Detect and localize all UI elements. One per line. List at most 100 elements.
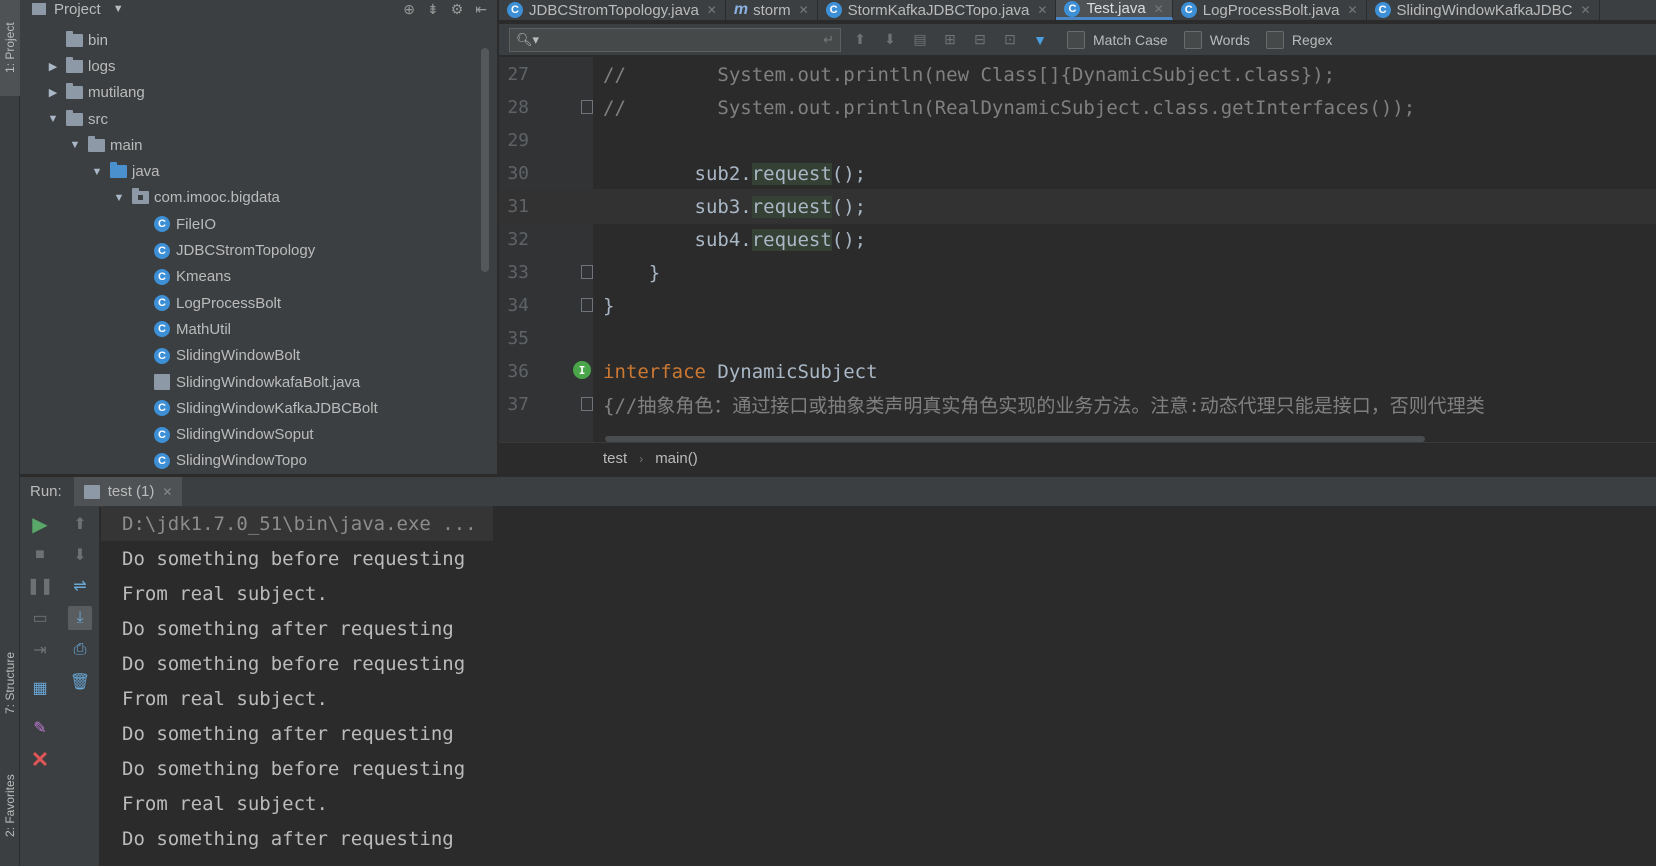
code-line[interactable]: 32 sub4.request(); — [499, 222, 1656, 257]
layout-icon[interactable]: ▦ — [28, 676, 52, 700]
tree-item[interactable]: C SlidingWindowKafkaJDBCBolt — [20, 395, 497, 421]
editor-tab[interactable]: C StormKafkaJDBCTopo.java ✕ — [818, 0, 1057, 20]
code-line[interactable]: 28 // System.out.println(RealDynamicSubje… — [499, 90, 1656, 125]
tree-item[interactable]: ▼ com.imooc.bigdata — [20, 185, 497, 211]
exit-icon[interactable]: ⇥ — [28, 638, 52, 662]
code-line[interactable]: 35 — [499, 321, 1656, 356]
rerun-icon[interactable]: ▶ — [28, 512, 52, 536]
project-title[interactable]: Project — [54, 1, 101, 18]
editor-tab[interactable]: C SlidingWindowKafkaJDBC ✕ — [1367, 0, 1600, 20]
close-icon[interactable]: ✕ — [1037, 3, 1047, 17]
tree-item[interactable]: C SlidingWindowSoput — [20, 421, 497, 447]
close-icon[interactable]: ✕ — [1580, 3, 1590, 17]
fold-marker-icon[interactable] — [581, 100, 593, 114]
code-line[interactable]: 34} — [499, 288, 1656, 323]
tree-item[interactable]: ▶ mutilang — [20, 80, 497, 106]
method-token[interactable]: request — [751, 162, 832, 185]
tree-item[interactable]: ▶ logs — [20, 53, 497, 79]
tree-item[interactable]: SlidingWindowkafaBolt.java — [20, 369, 497, 395]
stop-icon[interactable]: ■ — [28, 543, 52, 567]
find-all-icon[interactable]: ▤ — [909, 29, 931, 51]
chevron-down-icon[interactable]: ▼ — [68, 139, 82, 151]
close-run-icon[interactable]: ✕ — [28, 747, 52, 772]
print-icon[interactable]: ⎙ — [68, 638, 92, 662]
tool-tab-favorites[interactable]: 2: Favorites — [0, 752, 20, 860]
breadcrumb-method[interactable]: main() — [655, 450, 698, 467]
regex-option[interactable]: Regex — [1265, 30, 1332, 49]
tool-tab-structure[interactable]: 7: Structure — [0, 628, 20, 738]
close-icon[interactable]: ✕ — [707, 3, 717, 17]
add-selection-icon[interactable]: ⊞ — [939, 29, 961, 51]
search-input[interactable] — [547, 32, 824, 47]
code-line[interactable]: 30 sub2.request(); — [499, 156, 1656, 191]
editor-tab[interactable]: C JDBCStromTopology.java ✕ — [499, 0, 726, 20]
tree-item[interactable]: C JDBCStromTopology — [20, 237, 497, 263]
tree-item[interactable]: C MathUtil — [20, 316, 497, 342]
chevron-right-icon[interactable]: ▶ — [46, 86, 60, 99]
chevron-down-icon[interactable]: ▼ — [112, 192, 126, 204]
close-icon[interactable]: ✕ — [162, 485, 172, 499]
soft-wrap-icon[interactable]: ⇌ — [68, 574, 92, 598]
up-trace-icon[interactable]: ⬆ — [68, 512, 92, 536]
implemented-icon[interactable]: I — [573, 361, 591, 379]
search-box[interactable]: 🔍︎▾ ↵ — [509, 27, 841, 52]
breadcrumb-file[interactable]: test — [603, 450, 627, 467]
match-case-checkbox[interactable] — [1067, 30, 1085, 49]
code-line[interactable]: 33 } — [499, 255, 1656, 290]
tree-item[interactable]: C SlidingWindowBolt — [20, 343, 497, 369]
fold-marker-icon[interactable] — [581, 265, 593, 279]
chevron-down-icon[interactable]: ▼ — [46, 113, 60, 125]
pause-icon[interactable]: ❚❚ — [27, 574, 54, 598]
collapse-all-icon[interactable]: ⇟ — [427, 1, 439, 18]
tree-item[interactable]: C LogProcessBolt — [20, 290, 497, 316]
tree-item[interactable]: ▼ java — [20, 158, 497, 184]
code-line[interactable]: 31 sub3.request(); — [499, 189, 1656, 224]
gear-icon[interactable]: ⚙ — [451, 1, 464, 18]
close-icon[interactable]: ✕ — [1347, 3, 1357, 17]
previous-occurrence-icon[interactable]: ⬆ — [849, 29, 871, 51]
console-command-line[interactable]: D:\jdk1.7.0_51\bin\java.exe ... — [101, 506, 493, 541]
down-trace-icon[interactable]: ⬇ — [68, 543, 92, 567]
run-console[interactable]: D:\jdk1.7.0_51\bin\java.exe ... Do someth… — [101, 506, 1656, 866]
method-token[interactable]: request — [751, 228, 832, 251]
editor-tab[interactable]: C Test.java ✕ — [1056, 0, 1173, 20]
next-occurrence-icon[interactable]: ⬇ — [879, 29, 901, 51]
filter-icon[interactable]: ▼ — [1029, 29, 1051, 51]
code-line[interactable]: 37 {//抽象角色：通过接口或抽象类声明真实角色实现的业务方法。注意:动态代理只… — [499, 387, 1656, 422]
editor-tab[interactable]: m storm ✕ — [726, 0, 818, 20]
run-tab-test[interactable]: test (1) ✕ — [73, 476, 183, 507]
pin-icon[interactable]: ✎ — [28, 716, 52, 740]
select-all-occurrences-icon[interactable]: ⊡ — [999, 29, 1021, 51]
chevron-down-icon[interactable]: ▼ — [90, 166, 104, 178]
editor-tab[interactable]: C LogProcessBolt.java ✕ — [1173, 0, 1367, 20]
tree-item[interactable]: C FileIO — [20, 211, 497, 237]
code-line[interactable]: 36 Iinterface DynamicSubject — [499, 354, 1656, 389]
code-line[interactable]: 27 // System.out.println(new Class[]{Dyna… — [499, 57, 1656, 92]
words-checkbox[interactable] — [1183, 30, 1202, 49]
method-token[interactable]: request — [751, 195, 832, 218]
chevron-right-icon[interactable]: ▶ — [46, 60, 60, 73]
tree-scrollbar[interactable] — [481, 48, 489, 272]
hide-panel-icon[interactable]: ⇤ — [475, 1, 487, 18]
tool-tab-project[interactable]: 1: Project — [0, 0, 20, 96]
code-editor[interactable]: 27 // System.out.println(new Class[]{Dyna… — [499, 57, 1656, 442]
regex-checkbox[interactable] — [1265, 30, 1284, 49]
tree-item[interactable]: bin — [20, 27, 497, 53]
fold-marker-icon[interactable] — [581, 298, 593, 312]
unselect-occurrence-icon[interactable]: ⊟ — [969, 29, 991, 51]
tree-item[interactable]: ▼ src — [20, 106, 497, 132]
code-line[interactable]: 29 — [499, 123, 1656, 158]
locate-icon[interactable]: ⊕ — [403, 1, 415, 18]
close-icon[interactable]: ✕ — [1154, 2, 1164, 16]
words-option[interactable]: Words — [1183, 30, 1250, 49]
scroll-to-end-icon[interactable]: ⤓ — [68, 606, 92, 630]
tree-item[interactable]: ▼ main — [20, 132, 497, 158]
dump-threads-icon[interactable]: ▭ — [28, 606, 52, 630]
search-icon[interactable]: 🔍︎▾ — [516, 32, 539, 48]
clear-all-icon[interactable]: 🗑︎ — [68, 670, 92, 694]
tree-item[interactable]: C Kmeans — [20, 264, 497, 290]
close-icon[interactable]: ✕ — [799, 3, 809, 17]
fold-marker-icon[interactable] — [581, 397, 593, 411]
tree-item[interactable]: C SlidingWindowTopo — [20, 448, 497, 474]
chevron-down-icon[interactable]: ▼ — [113, 3, 124, 15]
